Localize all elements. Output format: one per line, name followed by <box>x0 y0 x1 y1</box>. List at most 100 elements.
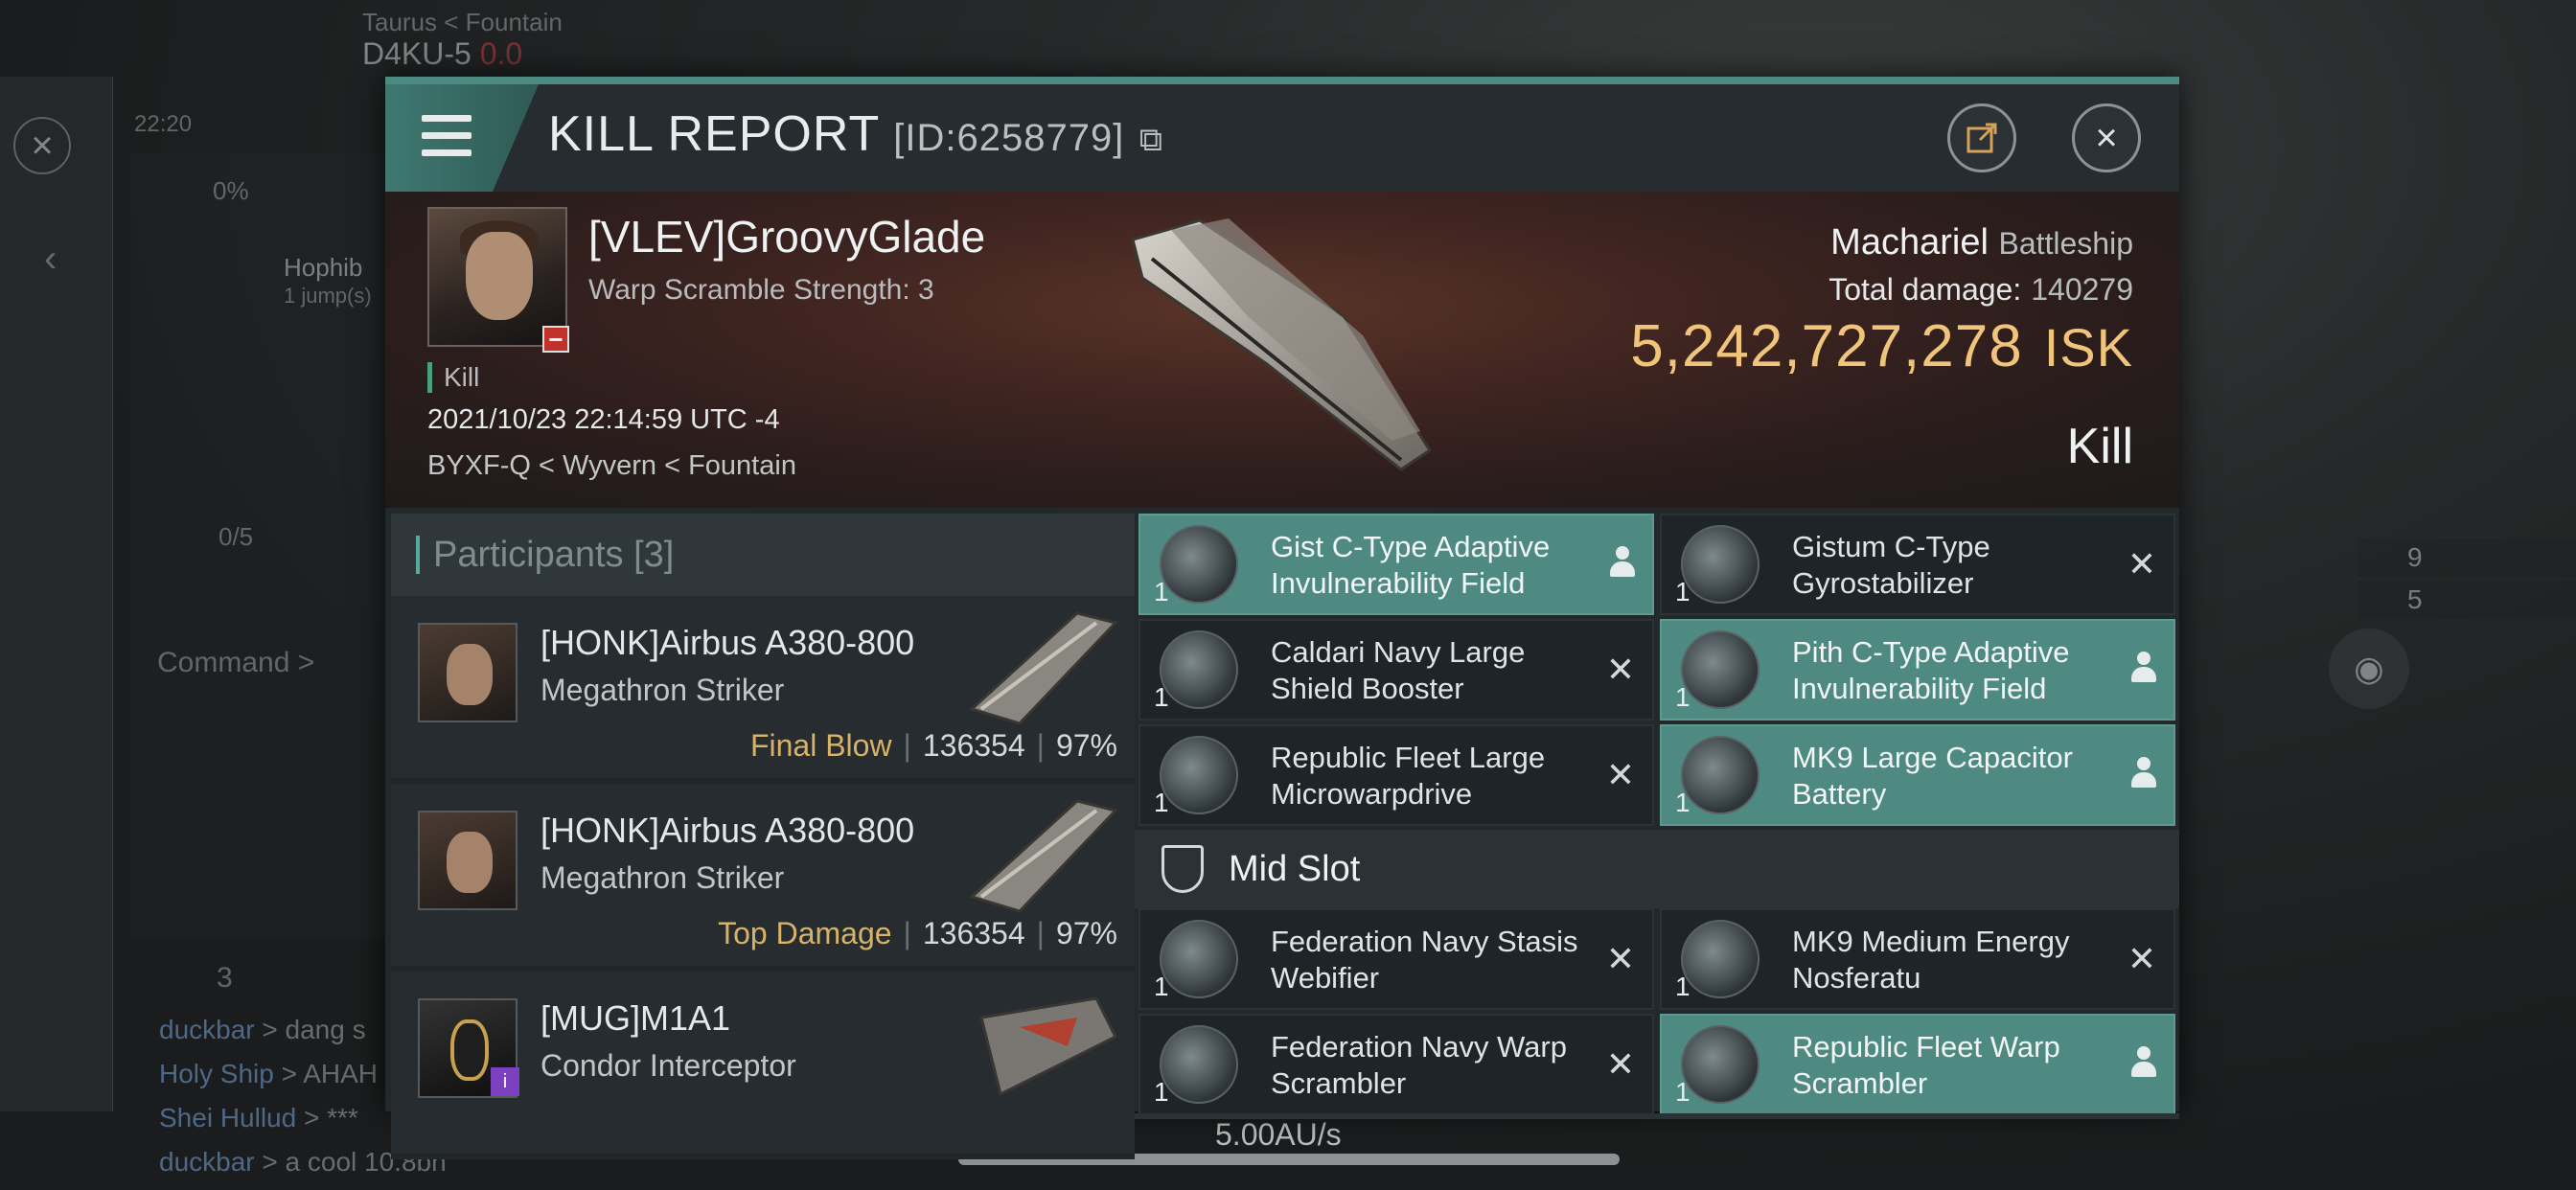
warp-scramble-strength: Warp Scramble Strength: 3 <box>588 274 934 306</box>
copy-icon[interactable]: ⧉ <box>1139 122 1163 158</box>
fitting-item[interactable]: 1 MK9 Medium Energy Nosferatu ✕ <box>1660 908 2175 1010</box>
dialog-title: KILL REPORT [ID:6258779] ⧉ <box>548 106 1164 162</box>
menu-icon[interactable] <box>385 84 539 192</box>
fitting-name: Federation Navy Stasis Webifier <box>1271 925 1578 995</box>
gyrostabilizer-icon <box>1681 525 1760 604</box>
shield-module-icon <box>1681 630 1760 709</box>
left-sidebar <box>0 77 113 1111</box>
fleet-slots: 0/5 <box>218 522 254 551</box>
warp-scrambler-icon <box>1681 1025 1760 1104</box>
victim-name[interactable]: [VLEV]GroovyGlade <box>588 211 985 263</box>
overview-counts: 9 5 <box>2358 538 2576 623</box>
fitting-item[interactable]: 1 Federation Navy Warp Scrambler ✕ <box>1138 1014 1654 1115</box>
participant-name: [HONK]Airbus A380-800 <box>540 623 915 662</box>
participant-row[interactable]: [HONK]Airbus A380-800 Megathron Striker … <box>391 596 1135 784</box>
mid-slot-header: Mid Slot <box>1135 830 2179 908</box>
kill-report-dialog: KILL REPORT [ID:6258779] ⧉ × − [VLEV]Groo… <box>385 77 2179 1159</box>
participant-stats: Final Blow | 136354 | 97% <box>749 728 1117 763</box>
fitting-item[interactable]: 1 Pith C-Type Adaptive Invulnerability F… <box>1660 619 2175 721</box>
microwarpdrive-icon <box>1160 736 1238 814</box>
shield-booster-icon <box>1160 630 1238 709</box>
participant-ship-image <box>969 611 1118 725</box>
destroyed-icon: ✕ <box>1605 1044 1635 1084</box>
dropped-icon <box>2129 1046 2158 1081</box>
destroyed-icon: ✕ <box>2127 544 2156 584</box>
command-link[interactable]: Command > <box>157 647 314 679</box>
warp-speed: 5.00AU/s <box>1215 1117 1342 1152</box>
participants-header: Participants [3] <box>391 514 1135 596</box>
participant-portrait[interactable] <box>418 623 518 722</box>
dropped-icon <box>1608 546 1637 581</box>
fitting-name: MK9 Large Capacitor Battery <box>1792 741 2073 811</box>
victim-ship[interactable]: Machariel Battleship <box>1830 222 2133 263</box>
fitting-item[interactable]: 1 MK9 Large Capacitor Battery <box>1660 724 2175 826</box>
fitting-item[interactable]: 1 Republic Fleet Warp Scrambler <box>1660 1014 2175 1115</box>
participant-row[interactable]: i [MUG]M1A1 Condor Interceptor <box>391 972 1135 1159</box>
fitting-item[interactable]: 1 Federation Navy Stasis Webifier ✕ <box>1138 908 1654 1010</box>
kill-tag: Kill <box>427 362 479 393</box>
participants-panel: Participants [3] [HONK]Airbus A380-800 M… <box>391 514 1135 1159</box>
neutral-count: 5 <box>2358 581 2576 619</box>
route-jumps: 1 jump(s) <box>284 284 372 308</box>
nosferatu-icon <box>1681 920 1760 998</box>
member-count: 3 <box>217 962 233 994</box>
fitting-name: Pith C-Type Adaptive Invulnerability Fie… <box>1792 635 2070 705</box>
destroyed-icon: ✕ <box>1605 939 1635 978</box>
fitting-item[interactable]: 1 Republic Fleet Large Microwarpdrive ✕ <box>1138 724 1654 826</box>
standing-badge: − <box>542 325 569 354</box>
mid-slot-icon <box>1162 845 1204 893</box>
route-name: Hophib <box>284 253 363 282</box>
system-name[interactable]: D4KU-5 0.0 <box>362 36 522 72</box>
fitting-name: Republic Fleet Warp Scrambler <box>1792 1030 2060 1100</box>
fittings-panel: 1 Gist C-Type Adaptive Invulnerability F… <box>1135 514 2179 1119</box>
participant-ship: Condor Interceptor <box>540 1048 796 1083</box>
fitting-name: Federation Navy Warp Scrambler <box>1271 1030 1567 1100</box>
kill-datetime: 2021/10/23 22:14:59 UTC -4 <box>427 404 780 435</box>
warp-scrambler-icon <box>1160 1025 1238 1104</box>
destroyed-icon: ✕ <box>1605 755 1635 794</box>
participant-stats: Top Damage | 136354 | 97% <box>718 916 1117 950</box>
kill-location[interactable]: BYXF-Q < Wyvern < Fountain <box>427 450 796 482</box>
victim-ship-image[interactable] <box>1114 201 1459 489</box>
fitting-name: Republic Fleet Large Microwarpdrive <box>1271 741 1546 811</box>
destroyed-icon: ✕ <box>1605 650 1635 689</box>
fitting-name: MK9 Medium Energy Nosferatu <box>1792 925 2070 995</box>
participant-row[interactable]: [HONK]Airbus A380-800 Megathron Striker … <box>391 784 1135 972</box>
participant-ship: Megathron Striker <box>540 673 785 707</box>
destroyed-icon: ✕ <box>2127 939 2156 978</box>
kill-result: Kill <box>2066 419 2133 474</box>
participant-ship-image <box>979 996 1118 1097</box>
hostile-count: 9 <box>2358 538 2576 577</box>
close-icon[interactable]: × <box>2072 103 2141 172</box>
clock: 22:20 <box>134 111 193 137</box>
participant-name: [HONK]Airbus A380-800 <box>540 811 915 850</box>
participant-name: [MUG]M1A1 <box>540 998 731 1038</box>
report-id: [ID:6258779] <box>893 117 1125 159</box>
shield-module-icon <box>1160 525 1238 604</box>
fitting-item[interactable]: 1 Gistum C-Type Gyrostabilizer ✕ <box>1660 514 2175 615</box>
cargo-percent: 0% <box>213 176 249 205</box>
participant-portrait[interactable] <box>418 811 518 910</box>
stasis-webifier-icon <box>1160 920 1238 998</box>
info-icon[interactable]: i <box>491 1067 519 1096</box>
eye-icon[interactable]: ◉ <box>2329 629 2409 709</box>
share-icon[interactable] <box>1947 103 2016 172</box>
fitting-name: Gist C-Type Adaptive Invulnerability Fie… <box>1271 530 1551 600</box>
chevron-left-icon[interactable]: ‹ <box>44 238 57 281</box>
isk-value: 5,242,727,278 ISK <box>1630 313 2133 379</box>
victim-summary: − [VLEV]GroovyGlade Warp Scramble Streng… <box>385 192 2179 508</box>
total-damage: Total damage: 140279 <box>1828 272 2133 307</box>
close-icon[interactable]: × <box>13 117 71 174</box>
fitting-item[interactable]: 1 Gist C-Type Adaptive Invulnerability F… <box>1138 514 1654 615</box>
system-region: Taurus < Fountain <box>362 8 563 36</box>
fitting-item[interactable]: 1 Caldari Navy Large Shield Booster ✕ <box>1138 619 1654 721</box>
fitting-name: Gistum C-Type Gyrostabilizer <box>1792 530 1990 600</box>
participant-ship-image <box>969 799 1118 913</box>
dropped-icon <box>2129 757 2158 791</box>
dropped-icon <box>2129 652 2158 686</box>
fitting-name: Caldari Navy Large Shield Booster <box>1271 635 1526 705</box>
capacitor-battery-icon <box>1681 736 1760 814</box>
participant-ship: Megathron Striker <box>540 860 785 895</box>
list-continuation <box>1135 1113 2179 1119</box>
dialog-header: KILL REPORT [ID:6258779] ⧉ × <box>385 84 2179 192</box>
